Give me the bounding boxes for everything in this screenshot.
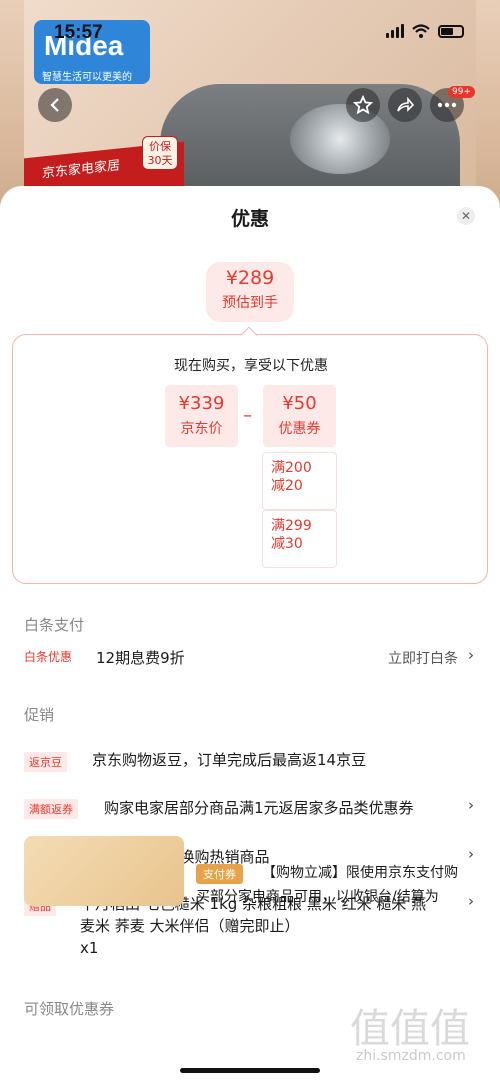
baitiao-action[interactable]: 立即打白条: [388, 648, 458, 668]
estimated-price: ¥289 预估到手: [206, 262, 294, 322]
chevron-right-icon[interactable]: ›: [468, 646, 474, 664]
signal-icon: [386, 24, 404, 38]
coupon-description-line2: 买部分家电商品可用，以收银台/结算为: [196, 889, 439, 905]
coupon-value: ¥50: [282, 393, 317, 414]
promotion-section-label: 促销: [24, 706, 55, 724]
baitiao-section-label: 白条支付: [24, 616, 85, 634]
price-protect-badge: 价保30天: [142, 136, 178, 170]
notification-badge: 99+: [448, 86, 475, 98]
discount-sheet: 优惠 ✕ ¥289 预估到手 现在购买，享受以下优惠 ¥339 京东价 – ¥5…: [0, 186, 500, 1082]
promo-text: 京东购物返豆，订单完成后最高返14京豆: [92, 751, 367, 769]
promo-tag: 返京豆: [24, 752, 67, 772]
home-indicator[interactable]: [180, 1068, 320, 1073]
tier-threshold: 满299: [271, 518, 312, 534]
coupon-tier: 满299 减30: [263, 511, 336, 567]
tier-threshold: 满200: [271, 460, 312, 476]
watermark-site: zhi.smzdm.com: [356, 1048, 466, 1064]
brand-slogan: 智慧生活可以更美的: [42, 72, 132, 83]
chevron-right-icon[interactable]: ›: [468, 845, 474, 863]
watermark-logo: 值值值: [350, 1007, 470, 1051]
coupon-label: 优惠券: [278, 421, 321, 437]
baitiao-tag: 白条优惠: [24, 650, 73, 664]
tier-discount: 减20: [271, 478, 303, 494]
coupon-description: 【购物立减】限使用京东支付购: [262, 865, 458, 881]
jd-price-label: 京东价: [180, 421, 223, 437]
gift-text-line2[interactable]: 麦米 荞麦 大米伴侣（赠完即止）: [80, 915, 300, 936]
breakdown-title: 现在购买，享受以下优惠: [174, 358, 328, 374]
share-icon[interactable]: [388, 88, 422, 122]
coupons-section-label: 可领取优惠券: [24, 1000, 115, 1018]
status-icons: [386, 24, 464, 38]
close-icon[interactable]: ✕: [457, 207, 475, 225]
store-banner-text: 京东家电家居: [42, 158, 121, 182]
back-arrow-icon[interactable]: [38, 88, 72, 122]
baitiao-text: 12期息费9折: [96, 649, 185, 667]
gift-quantity: x1: [80, 939, 99, 957]
wifi-icon: [412, 24, 430, 38]
estimated-price-value: ¥289: [225, 267, 275, 289]
chevron-right-icon[interactable]: ›: [468, 796, 474, 814]
jd-price-value: ¥339: [178, 393, 225, 414]
price-breakdown-box: 现在购买，享受以下优惠 ¥339 京东价 – ¥50 优惠券 满200 减20 …: [12, 334, 488, 584]
star-icon[interactable]: [346, 88, 380, 122]
coupon-chip: ¥50 优惠券: [263, 385, 336, 447]
pay-coupon-tag: 支付券: [196, 864, 243, 884]
estimated-price-label: 预估到手: [222, 295, 278, 311]
promo-text[interactable]: 购家电家居部分商品满1元返居家多品类优惠券: [104, 797, 414, 818]
status-time: 15:57: [54, 22, 103, 43]
chevron-right-icon[interactable]: ›: [468, 892, 474, 910]
coupon-card[interactable]: [24, 836, 184, 906]
promo-tag: 满额返券: [24, 799, 78, 819]
battery-icon: [438, 24, 464, 38]
sheet-title: 优惠: [230, 208, 269, 230]
jd-price-chip: ¥339 京东价: [165, 385, 238, 447]
tier-discount: 减30: [271, 536, 303, 552]
minus-operator: –: [243, 405, 252, 426]
coupon-tier: 满200 减20: [263, 453, 336, 509]
